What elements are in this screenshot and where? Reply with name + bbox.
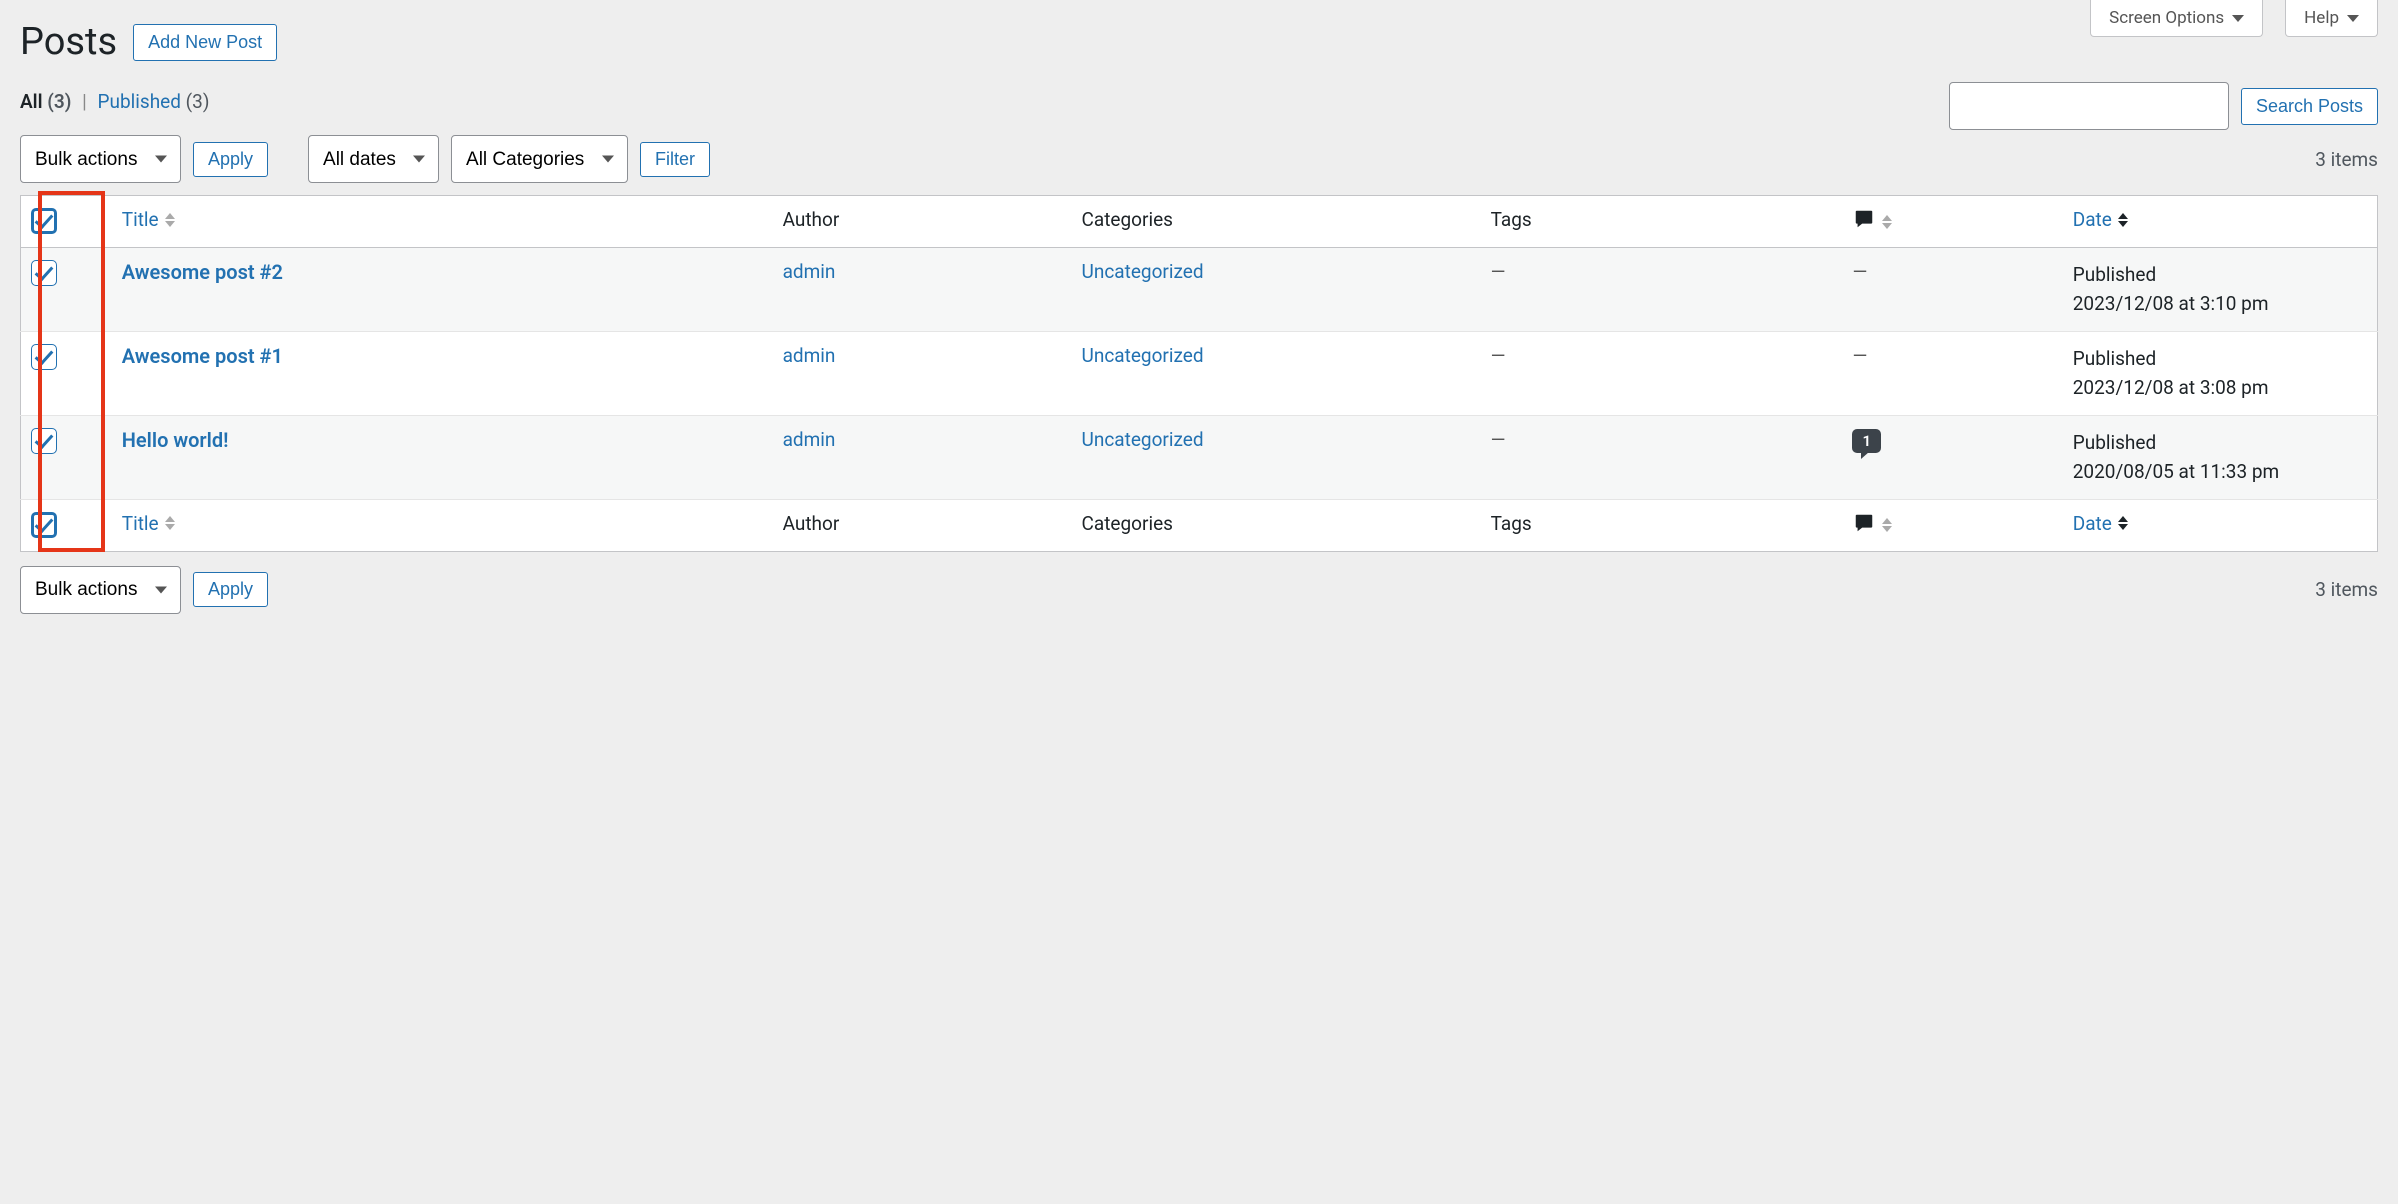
post-category-link[interactable]: Uncategorized — [1082, 428, 1204, 451]
filter-published[interactable]: Published (3) — [98, 90, 210, 113]
comment-icon — [1852, 512, 1876, 539]
post-date-status: Published — [2073, 431, 2156, 454]
post-author-link[interactable]: admin — [783, 428, 836, 451]
apply-button-top[interactable]: Apply — [193, 142, 268, 177]
column-categories-label: Categories — [1072, 499, 1481, 551]
dates-select[interactable]: All dates — [308, 135, 439, 183]
post-date-value: 2023/12/08 at 3:08 pm — [2073, 376, 2269, 399]
post-date-value: 2020/08/05 at 11:33 pm — [2073, 460, 2279, 483]
sort-arrows-icon — [165, 213, 175, 227]
search-input[interactable] — [1949, 82, 2229, 130]
post-tags: — — [1491, 344, 1506, 367]
bulk-actions-select[interactable]: Bulk actions — [20, 135, 181, 183]
post-category-link[interactable]: Uncategorized — [1082, 344, 1204, 367]
search-posts-button[interactable]: Search Posts — [2241, 88, 2378, 125]
sort-arrows-icon — [165, 516, 175, 530]
chevron-down-icon — [2347, 15, 2359, 22]
column-tags-label: Tags — [1481, 499, 1843, 551]
select-all-checkbox-bottom[interactable] — [31, 512, 57, 538]
post-tags: — — [1491, 428, 1506, 451]
separator: | — [82, 90, 87, 113]
row-checkbox[interactable] — [31, 428, 57, 454]
filter-all-count: (3) — [47, 90, 71, 113]
items-count-top: 3 items — [2315, 148, 2378, 171]
column-title-sort[interactable]: Title — [122, 208, 175, 231]
table-row: Awesome post #2 admin Uncategorized — — … — [21, 248, 2378, 332]
filter-all-label: All — [20, 90, 43, 113]
column-title-sort[interactable]: Title — [122, 512, 175, 535]
column-title-label: Title — [122, 512, 159, 535]
column-comments-sort[interactable] — [1852, 208, 1892, 235]
filter-all[interactable]: All (3) — [20, 90, 76, 113]
column-date-sort[interactable]: Date — [2073, 512, 2128, 535]
row-checkbox[interactable] — [31, 260, 57, 286]
add-new-post-button[interactable]: Add New Post — [133, 24, 277, 61]
column-tags-label: Tags — [1481, 196, 1843, 248]
sort-arrows-icon — [1882, 518, 1892, 532]
post-comments: — — [1852, 344, 1867, 367]
sort-arrows-icon — [2118, 213, 2128, 227]
post-author-link[interactable]: admin — [783, 344, 836, 367]
column-author-label: Author — [773, 196, 1072, 248]
filter-published-label: Published — [98, 90, 181, 113]
posts-table: Title Author Categories Tags — [20, 195, 2378, 552]
column-author-label: Author — [773, 499, 1072, 551]
column-date-label: Date — [2073, 512, 2112, 535]
table-row: Hello world! admin Uncategorized — 1 Pub… — [21, 415, 2378, 499]
sort-arrows-icon — [1882, 215, 1892, 229]
items-count-bottom: 3 items — [2315, 578, 2378, 601]
comment-icon — [1852, 208, 1876, 235]
row-checkbox[interactable] — [31, 344, 57, 370]
help-tab[interactable]: Help — [2285, 0, 2378, 37]
apply-button-bottom[interactable]: Apply — [193, 572, 268, 607]
post-category-link[interactable]: Uncategorized — [1082, 260, 1204, 283]
post-comments: — — [1852, 260, 1867, 283]
post-date-value: 2023/12/08 at 3:10 pm — [2073, 292, 2269, 315]
bulk-actions-select-bottom[interactable]: Bulk actions — [20, 566, 181, 614]
sort-arrows-icon — [2118, 516, 2128, 530]
filter-button[interactable]: Filter — [640, 142, 710, 177]
chevron-down-icon — [2232, 15, 2244, 22]
column-date-sort[interactable]: Date — [2073, 208, 2128, 231]
post-tags: — — [1491, 260, 1506, 283]
table-row: Awesome post #1 admin Uncategorized — — … — [21, 331, 2378, 415]
post-date-status: Published — [2073, 347, 2156, 370]
column-title-label: Title — [122, 208, 159, 231]
page-title: Posts — [20, 20, 117, 64]
post-title-link[interactable]: Awesome post #1 — [122, 344, 283, 368]
categories-select[interactable]: All Categories — [451, 135, 628, 183]
post-title-link[interactable]: Hello world! — [122, 428, 229, 452]
screen-options-tab[interactable]: Screen Options — [2090, 0, 2263, 37]
column-categories-label: Categories — [1072, 196, 1481, 248]
select-all-checkbox-top[interactable] — [31, 208, 57, 234]
column-date-label: Date — [2073, 208, 2112, 231]
comment-count-bubble[interactable]: 1 — [1852, 429, 1881, 453]
column-comments-sort[interactable] — [1852, 512, 1892, 539]
post-date-status: Published — [2073, 263, 2156, 286]
post-title-link[interactable]: Awesome post #2 — [122, 260, 283, 284]
comment-count-value: 1 — [1862, 432, 1871, 450]
help-label: Help — [2304, 8, 2339, 28]
screen-options-label: Screen Options — [2109, 8, 2224, 28]
post-author-link[interactable]: admin — [783, 260, 836, 283]
filter-published-count: (3) — [186, 90, 210, 113]
